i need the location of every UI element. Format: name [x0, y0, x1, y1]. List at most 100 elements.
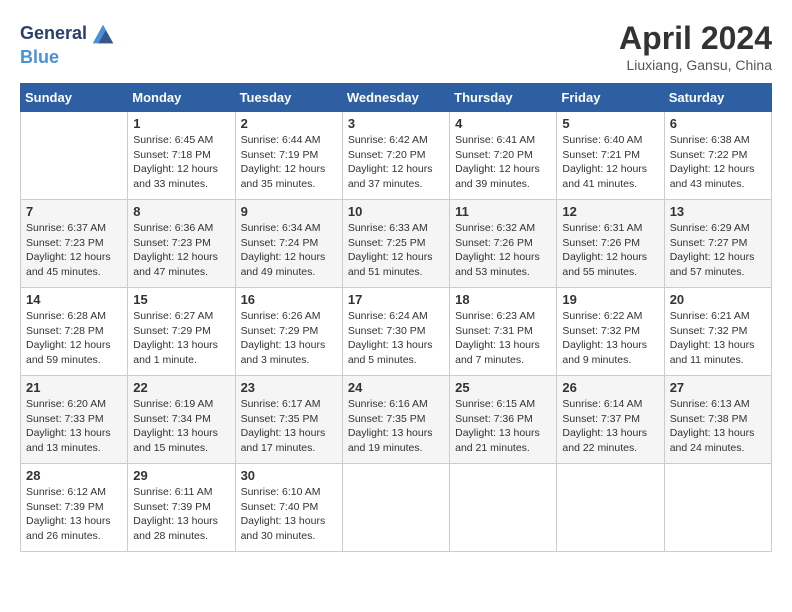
- weekday-header-wednesday: Wednesday: [342, 84, 449, 112]
- day-number: 13: [670, 204, 766, 219]
- weekday-header-tuesday: Tuesday: [235, 84, 342, 112]
- cell-info: Sunrise: 6:12 AMSunset: 7:39 PMDaylight:…: [26, 485, 122, 544]
- day-number: 9: [241, 204, 337, 219]
- cell-info: Sunrise: 6:17 AMSunset: 7:35 PMDaylight:…: [241, 397, 337, 456]
- cell-info: Sunrise: 6:31 AMSunset: 7:26 PMDaylight:…: [562, 221, 658, 280]
- cell-info: Sunrise: 6:44 AMSunset: 7:19 PMDaylight:…: [241, 133, 337, 192]
- day-number: 5: [562, 116, 658, 131]
- calendar-cell: 4 Sunrise: 6:41 AMSunset: 7:20 PMDaylight…: [450, 112, 557, 200]
- calendar-cell: [664, 464, 771, 552]
- day-number: 23: [241, 380, 337, 395]
- cell-info: Sunrise: 6:32 AMSunset: 7:26 PMDaylight:…: [455, 221, 551, 280]
- cell-info: Sunrise: 6:24 AMSunset: 7:30 PMDaylight:…: [348, 309, 444, 368]
- cell-info: Sunrise: 6:21 AMSunset: 7:32 PMDaylight:…: [670, 309, 766, 368]
- cell-info: Sunrise: 6:20 AMSunset: 7:33 PMDaylight:…: [26, 397, 122, 456]
- cell-info: Sunrise: 6:14 AMSunset: 7:37 PMDaylight:…: [562, 397, 658, 456]
- cell-info: Sunrise: 6:45 AMSunset: 7:18 PMDaylight:…: [133, 133, 229, 192]
- day-number: 3: [348, 116, 444, 131]
- cell-info: Sunrise: 6:42 AMSunset: 7:20 PMDaylight:…: [348, 133, 444, 192]
- calendar-cell: 21 Sunrise: 6:20 AMSunset: 7:33 PMDayligh…: [21, 376, 128, 464]
- day-number: 10: [348, 204, 444, 219]
- calendar-cell: 18 Sunrise: 6:23 AMSunset: 7:31 PMDayligh…: [450, 288, 557, 376]
- day-number: 30: [241, 468, 337, 483]
- month-title: April 2024: [619, 20, 772, 57]
- day-number: 25: [455, 380, 551, 395]
- calendar-table: SundayMondayTuesdayWednesdayThursdayFrid…: [20, 83, 772, 552]
- title-block: April 2024 Liuxiang, Gansu, China: [619, 20, 772, 73]
- day-number: 12: [562, 204, 658, 219]
- calendar-cell: 27 Sunrise: 6:13 AMSunset: 7:38 PMDayligh…: [664, 376, 771, 464]
- day-number: 27: [670, 380, 766, 395]
- cell-info: Sunrise: 6:13 AMSunset: 7:38 PMDaylight:…: [670, 397, 766, 456]
- weekday-header-saturday: Saturday: [664, 84, 771, 112]
- day-number: 11: [455, 204, 551, 219]
- day-number: 22: [133, 380, 229, 395]
- cell-info: Sunrise: 6:26 AMSunset: 7:29 PMDaylight:…: [241, 309, 337, 368]
- logo: General Blue: [20, 20, 117, 68]
- calendar-cell: 2 Sunrise: 6:44 AMSunset: 7:19 PMDaylight…: [235, 112, 342, 200]
- calendar-cell: [450, 464, 557, 552]
- logo-icon: [89, 20, 117, 48]
- cell-info: Sunrise: 6:34 AMSunset: 7:24 PMDaylight:…: [241, 221, 337, 280]
- day-number: 16: [241, 292, 337, 307]
- calendar-cell: [342, 464, 449, 552]
- day-number: 17: [348, 292, 444, 307]
- calendar-cell: 3 Sunrise: 6:42 AMSunset: 7:20 PMDaylight…: [342, 112, 449, 200]
- cell-info: Sunrise: 6:40 AMSunset: 7:21 PMDaylight:…: [562, 133, 658, 192]
- weekday-header-sunday: Sunday: [21, 84, 128, 112]
- weekday-header-thursday: Thursday: [450, 84, 557, 112]
- calendar-cell: 25 Sunrise: 6:15 AMSunset: 7:36 PMDayligh…: [450, 376, 557, 464]
- cell-info: Sunrise: 6:10 AMSunset: 7:40 PMDaylight:…: [241, 485, 337, 544]
- day-number: 7: [26, 204, 122, 219]
- calendar-header: SundayMondayTuesdayWednesdayThursdayFrid…: [21, 84, 772, 112]
- calendar-cell: 23 Sunrise: 6:17 AMSunset: 7:35 PMDayligh…: [235, 376, 342, 464]
- calendar-cell: 1 Sunrise: 6:45 AMSunset: 7:18 PMDaylight…: [128, 112, 235, 200]
- calendar-cell: 20 Sunrise: 6:21 AMSunset: 7:32 PMDayligh…: [664, 288, 771, 376]
- cell-info: Sunrise: 6:19 AMSunset: 7:34 PMDaylight:…: [133, 397, 229, 456]
- location: Liuxiang, Gansu, China: [619, 57, 772, 73]
- day-number: 28: [26, 468, 122, 483]
- calendar-cell: [21, 112, 128, 200]
- logo-blue: Blue: [20, 47, 59, 67]
- day-number: 8: [133, 204, 229, 219]
- calendar-cell: 22 Sunrise: 6:19 AMSunset: 7:34 PMDayligh…: [128, 376, 235, 464]
- cell-info: Sunrise: 6:28 AMSunset: 7:28 PMDaylight:…: [26, 309, 122, 368]
- cell-info: Sunrise: 6:11 AMSunset: 7:39 PMDaylight:…: [133, 485, 229, 544]
- calendar-cell: [557, 464, 664, 552]
- day-number: 20: [670, 292, 766, 307]
- cell-info: Sunrise: 6:15 AMSunset: 7:36 PMDaylight:…: [455, 397, 551, 456]
- cell-info: Sunrise: 6:27 AMSunset: 7:29 PMDaylight:…: [133, 309, 229, 368]
- day-number: 14: [26, 292, 122, 307]
- cell-info: Sunrise: 6:33 AMSunset: 7:25 PMDaylight:…: [348, 221, 444, 280]
- page-header: General Blue April 2024 Liuxiang, Gansu,…: [20, 20, 772, 73]
- calendar-cell: 13 Sunrise: 6:29 AMSunset: 7:27 PMDayligh…: [664, 200, 771, 288]
- day-number: 4: [455, 116, 551, 131]
- cell-info: Sunrise: 6:23 AMSunset: 7:31 PMDaylight:…: [455, 309, 551, 368]
- day-number: 21: [26, 380, 122, 395]
- calendar-cell: 14 Sunrise: 6:28 AMSunset: 7:28 PMDayligh…: [21, 288, 128, 376]
- calendar-cell: 19Sunrise: 6:22 AMSunset: 7:32 PMDayligh…: [557, 288, 664, 376]
- cell-info: Sunrise: 6:36 AMSunset: 7:23 PMDaylight:…: [133, 221, 229, 280]
- day-number: 18: [455, 292, 551, 307]
- calendar-cell: 7Sunrise: 6:37 AMSunset: 7:23 PMDaylight…: [21, 200, 128, 288]
- day-number: 1: [133, 116, 229, 131]
- cell-info: Sunrise: 6:41 AMSunset: 7:20 PMDaylight:…: [455, 133, 551, 192]
- cell-info: Sunrise: 6:22 AMSunset: 7:32 PMDaylight:…: [562, 309, 658, 368]
- cell-info: Sunrise: 6:16 AMSunset: 7:35 PMDaylight:…: [348, 397, 444, 456]
- day-number: 15: [133, 292, 229, 307]
- day-number: 6: [670, 116, 766, 131]
- calendar-cell: 8 Sunrise: 6:36 AMSunset: 7:23 PMDaylight…: [128, 200, 235, 288]
- calendar-cell: 5 Sunrise: 6:40 AMSunset: 7:21 PMDaylight…: [557, 112, 664, 200]
- day-number: 26: [562, 380, 658, 395]
- calendar-cell: 11 Sunrise: 6:32 AMSunset: 7:26 PMDayligh…: [450, 200, 557, 288]
- calendar-cell: 24Sunrise: 6:16 AMSunset: 7:35 PMDayligh…: [342, 376, 449, 464]
- day-number: 29: [133, 468, 229, 483]
- day-number: 2: [241, 116, 337, 131]
- calendar-cell: 15 Sunrise: 6:27 AMSunset: 7:29 PMDayligh…: [128, 288, 235, 376]
- calendar-cell: 10 Sunrise: 6:33 AMSunset: 7:25 PMDayligh…: [342, 200, 449, 288]
- weekday-header-monday: Monday: [128, 84, 235, 112]
- calendar-cell: 12 Sunrise: 6:31 AMSunset: 7:26 PMDayligh…: [557, 200, 664, 288]
- cell-info: Sunrise: 6:29 AMSunset: 7:27 PMDaylight:…: [670, 221, 766, 280]
- calendar-cell: 29 Sunrise: 6:11 AMSunset: 7:39 PMDayligh…: [128, 464, 235, 552]
- cell-info: Sunrise: 6:38 AMSunset: 7:22 PMDaylight:…: [670, 133, 766, 192]
